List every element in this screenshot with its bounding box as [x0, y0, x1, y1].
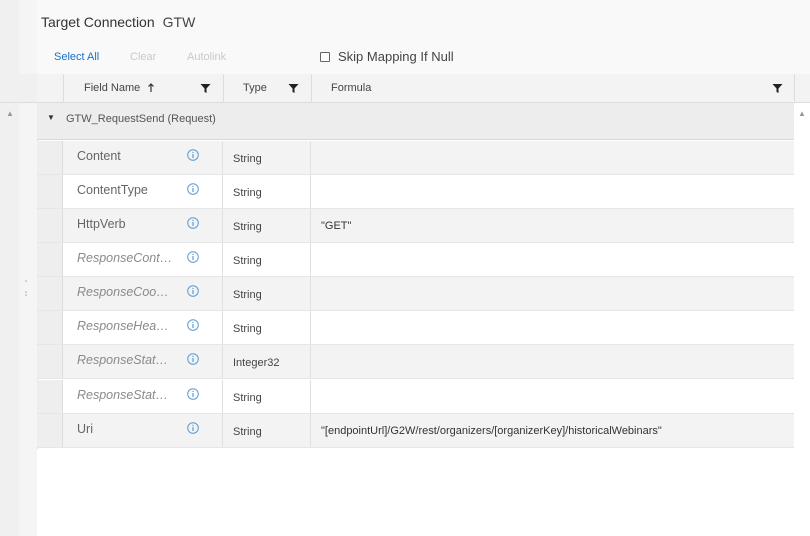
row-selector[interactable] — [37, 414, 63, 447]
header-divider[interactable] — [311, 74, 312, 103]
field-name: ResponseStat… — [77, 353, 169, 367]
table-row[interactable]: ResponseCont… String — [37, 243, 794, 277]
clear-button[interactable]: Clear — [130, 51, 156, 63]
filter-icon[interactable] — [772, 83, 783, 94]
table-row[interactable]: ResponseCoo… String — [37, 277, 794, 311]
formula-cell[interactable]: "GET" — [321, 220, 351, 232]
field-name: ResponseHea… — [77, 319, 169, 333]
info-icon[interactable] — [187, 422, 199, 434]
collapse-caret-icon[interactable]: ▼ — [47, 113, 55, 122]
field-name-cell[interactable]: ResponseHea… — [63, 311, 223, 344]
field-type: String — [233, 255, 262, 267]
type-cell: String — [223, 209, 311, 242]
type-cell: String — [223, 175, 311, 208]
field-name-cell[interactable]: ResponseCont… — [63, 243, 223, 276]
type-cell: String — [223, 243, 311, 276]
field-name-cell[interactable]: ContentType — [63, 175, 223, 208]
field-name-cell[interactable]: ResponseStat… — [63, 380, 223, 413]
title-label: Target Connection — [41, 14, 155, 30]
header-divider[interactable] — [223, 74, 224, 103]
field-name: Content — [77, 149, 121, 163]
field-type: String — [233, 426, 262, 438]
field-type: String — [233, 289, 262, 301]
table-row[interactable]: HttpVerb String "GET" — [37, 209, 794, 243]
header-divider — [63, 74, 64, 103]
formula-cell[interactable]: "[endpointUrl]/G2W/rest/organizers/[orga… — [321, 425, 662, 437]
row-selector[interactable] — [37, 311, 63, 344]
field-name-cell[interactable]: Uri — [63, 414, 223, 447]
table-row[interactable]: Content String — [37, 141, 794, 175]
type-cell: String — [223, 277, 311, 310]
column-header-formula[interactable]: Formula — [331, 74, 371, 103]
filter-icon[interactable] — [200, 83, 211, 94]
field-name: HttpVerb — [77, 217, 126, 231]
field-type: String — [233, 153, 262, 165]
field-name: ResponseCont… — [77, 251, 173, 265]
field-type: String — [233, 323, 262, 335]
header-right-corner — [794, 74, 810, 103]
column-header-type[interactable]: Type — [243, 74, 267, 103]
field-name: ResponseStat… — [77, 388, 169, 402]
type-cell: Integer32 — [223, 345, 311, 378]
scroll-up-icon[interactable]: ▲ — [6, 109, 14, 118]
field-name: Uri — [77, 422, 93, 436]
page-title: Target Connection GTW — [41, 14, 195, 30]
info-icon[interactable] — [187, 353, 199, 365]
type-cell: String — [223, 141, 311, 174]
row-selector[interactable] — [37, 243, 63, 276]
field-name: ContentType — [77, 183, 148, 197]
table-row[interactable]: Uri String "[endpointUrl]/G2W/rest/organiz… — [37, 414, 794, 448]
field-name-cell[interactable]: ResponseStat… — [63, 345, 223, 378]
column-header-field-name[interactable]: Field Name — [84, 74, 140, 103]
info-icon[interactable] — [187, 319, 199, 331]
title-value: GTW — [162, 14, 196, 30]
table-row[interactable]: ResponseStat… String — [37, 380, 794, 414]
row-selector[interactable] — [37, 345, 63, 378]
field-name: ResponseCoo… — [77, 285, 169, 299]
table-row[interactable]: ResponseStat… Integer32 — [37, 345, 794, 379]
info-icon[interactable] — [187, 149, 199, 161]
header-divider — [794, 74, 795, 103]
skip-mapping-label: Skip Mapping If Null — [338, 49, 454, 64]
info-icon[interactable] — [187, 388, 199, 400]
autolink-button[interactable]: Autolink — [187, 51, 226, 63]
type-cell: String — [223, 414, 311, 447]
grid-empty-area — [37, 449, 794, 536]
info-icon[interactable] — [187, 285, 199, 297]
field-type: String — [233, 221, 262, 233]
table-row[interactable]: ContentType String — [37, 175, 794, 209]
row-selector[interactable] — [37, 277, 63, 310]
info-icon[interactable] — [187, 217, 199, 229]
info-icon[interactable] — [187, 251, 199, 263]
type-cell: String — [223, 311, 311, 344]
field-type: String — [233, 187, 262, 199]
header-corner — [0, 74, 37, 103]
field-type: String — [233, 392, 262, 404]
row-selector[interactable] — [37, 175, 63, 208]
field-name-cell[interactable]: Content — [63, 141, 223, 174]
field-name-cell[interactable]: HttpVerb — [63, 209, 223, 242]
splitter-handle-icon[interactable] — [24, 278, 28, 298]
select-all-button[interactable]: Select All — [54, 51, 99, 63]
filter-icon[interactable] — [288, 83, 299, 94]
row-selector[interactable] — [37, 141, 63, 174]
scroll-up-icon[interactable]: ▲ — [798, 109, 806, 118]
group-label: GTW_RequestSend (Request) — [66, 113, 216, 125]
table-row[interactable]: ResponseHea… String — [37, 311, 794, 345]
skip-mapping-checkbox[interactable] — [320, 52, 330, 62]
field-name-cell[interactable]: ResponseCoo… — [63, 277, 223, 310]
field-type: Integer32 — [233, 357, 280, 369]
info-icon[interactable] — [187, 183, 199, 195]
row-selector[interactable] — [37, 380, 63, 413]
type-cell: String — [223, 380, 311, 413]
sort-ascending-icon[interactable] — [147, 83, 155, 93]
row-selector[interactable] — [37, 209, 63, 242]
